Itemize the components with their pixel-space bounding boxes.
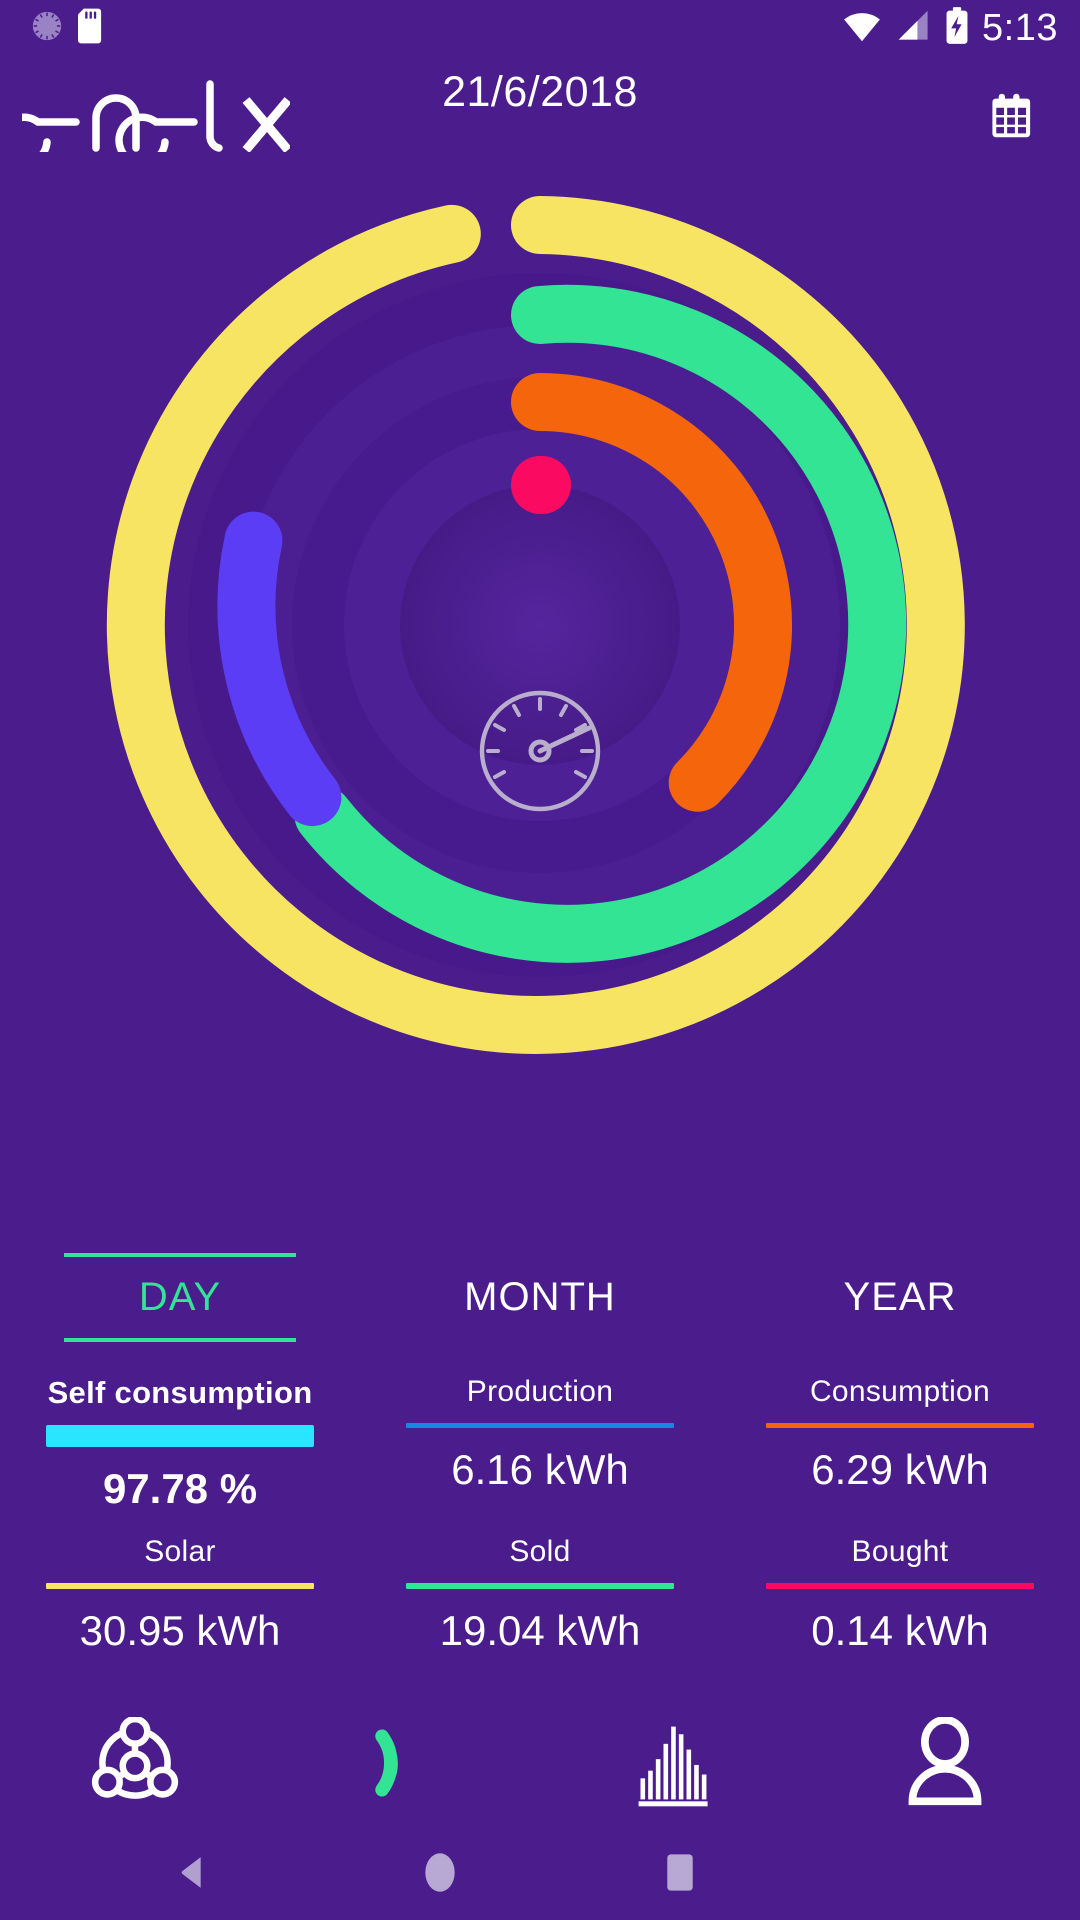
home-circle-icon[interactable] (418, 1851, 462, 1900)
tab-month-label: MONTH (464, 1275, 616, 1319)
sync-spinner-icon (30, 9, 64, 48)
calendar-picker-button[interactable] (988, 86, 1050, 148)
recents-square-icon[interactable] (660, 1851, 700, 1900)
battery-charging-icon (945, 6, 969, 50)
stat-self-consumption-value: 97.78 % (102, 1465, 258, 1512)
stat-consumption-label: Consumption (809, 1375, 991, 1408)
stat-consumption[interactable]: Consumption 6.29 kWh (720, 1375, 1080, 1513)
network-hub-icon (89, 1715, 181, 1814)
wifi-icon (841, 9, 883, 48)
stat-self-consumption-bar (46, 1425, 314, 1447)
stat-sold[interactable]: Sold 19.04 kWh (360, 1535, 720, 1655)
back-triangle-icon[interactable] (170, 1850, 216, 1901)
sd-card-icon (78, 8, 104, 49)
nav-item-energy[interactable] (270, 1700, 540, 1830)
stat-bought[interactable]: Bought 0.14 kWh (720, 1535, 1080, 1655)
energy-waves-icon (364, 1717, 446, 1814)
stat-solar-bar (46, 1583, 314, 1589)
stat-sold-bar (406, 1583, 674, 1589)
nav-item-community[interactable] (0, 1700, 270, 1830)
stat-production-bar (406, 1423, 674, 1428)
tab-day-label: DAY (138, 1275, 222, 1319)
status-bar-left-icons (30, 8, 104, 49)
header-date[interactable]: 21/6/2018 (0, 68, 1080, 117)
stat-solar-label: Solar (144, 1535, 216, 1568)
statistics-panel: Self consumption 97.78 % Production 6.16… (0, 1375, 1080, 1655)
rings-svg (106, 196, 965, 1054)
energy-rings-chart[interactable] (0, 175, 1080, 1225)
nav-item-profile[interactable] (810, 1700, 1080, 1830)
stat-self-consumption-label: Self consumption (47, 1375, 313, 1410)
stat-production-label: Production (466, 1375, 614, 1408)
tab-month[interactable]: MONTH (360, 1245, 720, 1350)
tab-day[interactable]: DAY (0, 1245, 360, 1350)
nav-item-statistics[interactable] (540, 1700, 810, 1830)
status-bar: 5:13 (0, 0, 1080, 58)
stat-consumption-value: 6.29 kWh (811, 1446, 989, 1493)
stats-row-secondary: Solar 30.95 kWh Sold 19.04 kWh Bought 0.… (0, 1535, 1080, 1655)
ring-backdrop-5 (400, 485, 680, 765)
tab-year[interactable]: YEAR (720, 1245, 1080, 1350)
stat-solar[interactable]: Solar 30.95 kWh (0, 1535, 360, 1655)
status-bar-right-icons: 5:13 (841, 6, 1058, 50)
user-profile-icon (901, 1715, 989, 1814)
app-screen: 5:13 21/6/2018 DAY MONTH YEAR Self consu… (0, 0, 1080, 1920)
calendar-icon (990, 86, 1048, 149)
bottom-navigation[interactable] (0, 1700, 1080, 1830)
stat-consumption-bar (766, 1423, 1034, 1428)
tab-year-label: YEAR (843, 1275, 957, 1319)
android-system-navigation[interactable] (0, 1830, 1080, 1920)
stat-bought-label: Bought (851, 1535, 949, 1568)
status-bar-clock: 5:13 (982, 7, 1058, 49)
stat-sold-label: Sold (509, 1535, 571, 1568)
stat-self-consumption[interactable]: Self consumption 97.78 % (0, 1375, 360, 1513)
app-header: 21/6/2018 (0, 58, 1080, 168)
cellular-signal-icon (896, 9, 932, 48)
stat-solar-value: 30.95 kWh (79, 1607, 281, 1654)
period-tabs[interactable]: DAY MONTH YEAR (0, 1245, 1080, 1350)
bar-statistics-icon (629, 1717, 721, 1814)
stat-sold-value: 19.04 kWh (439, 1607, 641, 1654)
stat-production[interactable]: Production 6.16 kWh (360, 1375, 720, 1513)
stats-row-primary: Self consumption 97.78 % Production 6.16… (0, 1375, 1080, 1513)
stat-production-value: 6.16 kWh (451, 1446, 629, 1493)
stat-bought-bar (766, 1583, 1034, 1589)
stat-bought-value: 0.14 kWh (811, 1607, 989, 1654)
